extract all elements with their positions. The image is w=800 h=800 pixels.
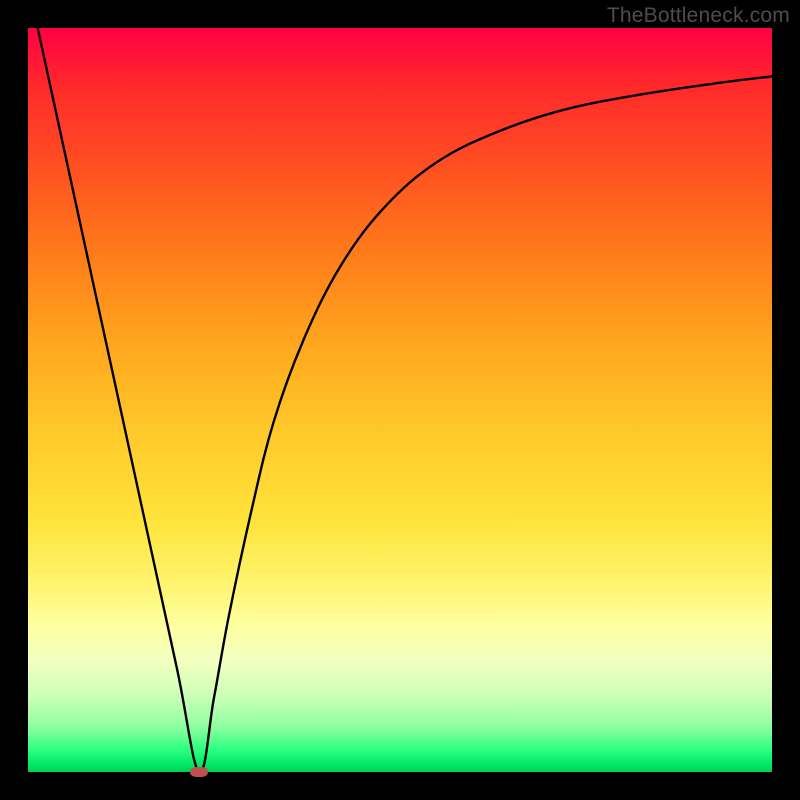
optimal-point-marker xyxy=(190,767,208,777)
watermark-label: TheBottleneck.com xyxy=(607,4,790,28)
bottleneck-curve xyxy=(28,28,772,772)
plot-area xyxy=(28,28,772,772)
chart-frame: TheBottleneck.com xyxy=(0,0,800,800)
